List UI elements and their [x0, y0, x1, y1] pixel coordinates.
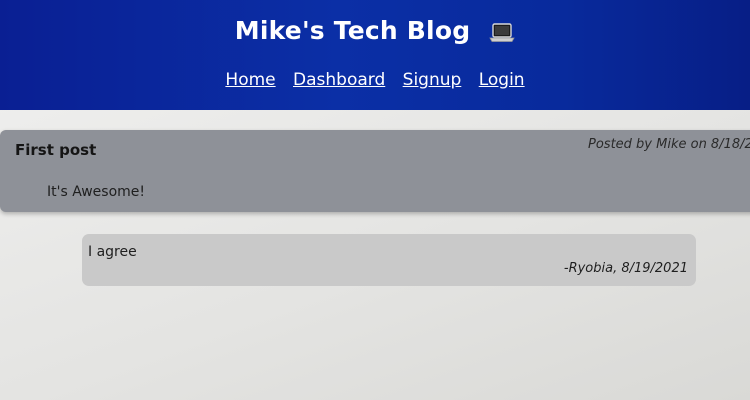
post-card[interactable]: First post Posted by Mike on 8/18/202 It… [0, 130, 750, 212]
site-title-text[interactable]: Mike's Tech Blog [235, 16, 471, 45]
post-body: It's Awesome! [47, 184, 146, 200]
nav-home-link[interactable]: Home [225, 70, 275, 90]
comment-card: I agree -Ryobia, 8/19/2021 [82, 234, 696, 286]
laptop-icon [489, 20, 515, 42]
nav-login-link[interactable]: Login [479, 70, 525, 90]
site-title[interactable]: Mike's Tech Blog [0, 16, 750, 45]
comment-text: I agree [88, 244, 137, 260]
main-nav: Home Dashboard Signup Login [0, 70, 750, 90]
site-header: Mike's Tech Blog Home Dashboard Signup L… [0, 0, 750, 110]
comment-meta: -Ryobia, 8/19/2021 [563, 261, 688, 276]
nav-signup-link[interactable]: Signup [403, 70, 462, 90]
nav-dashboard-link[interactable]: Dashboard [293, 70, 385, 90]
post-meta: Posted by Mike on 8/18/202 [588, 137, 750, 152]
post-title: First post [15, 141, 97, 159]
